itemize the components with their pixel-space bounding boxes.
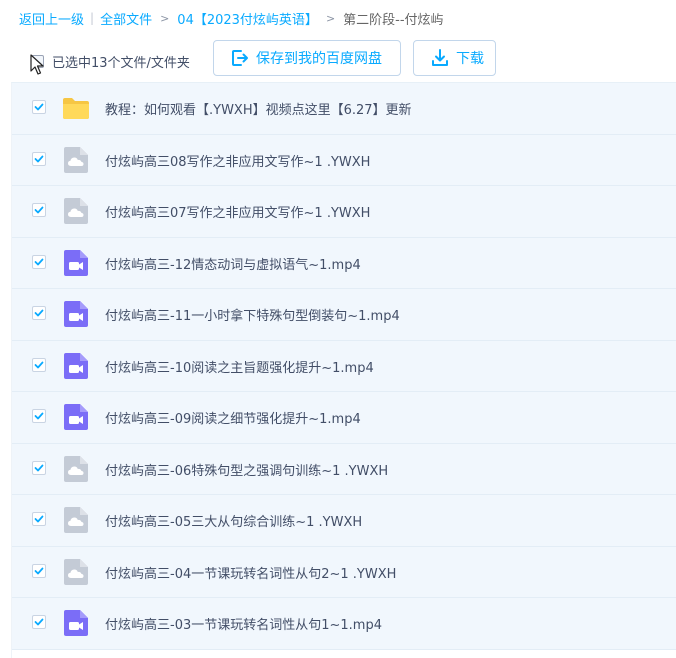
- save-button-label: 保存到我的百度网盘: [256, 51, 382, 67]
- check-icon: [34, 464, 44, 471]
- download-button-label: 下载: [456, 51, 484, 67]
- check-icon: [34, 258, 44, 265]
- file-name[interactable]: 付炫屿高三-06特殊句型之强调句训练~1 .YWXH: [105, 460, 388, 479]
- file-row[interactable]: 付炫屿高三-10阅读之主旨题强化提升~1.mp4: [12, 340, 676, 392]
- folder-icon: [62, 94, 90, 122]
- check-icon: [34, 103, 44, 111]
- file-row[interactable]: 付炫屿高三-05三大从句综合训练~1 .YWXH: [12, 495, 676, 547]
- file-name[interactable]: 付炫屿高三-11一小时拿下特殊句型倒装句~1.mp4: [105, 305, 400, 324]
- check-icon: [34, 155, 44, 162]
- all-files-link[interactable]: 全部文件: [100, 9, 152, 28]
- breadcrumb-divider: |: [90, 11, 95, 25]
- file-checkbox[interactable]: [32, 203, 46, 217]
- file-row[interactable]: 付炫屿高三-12情态动词与虚拟语气~1.mp4: [12, 237, 676, 289]
- file-checkbox[interactable]: [32, 254, 46, 269]
- breadcrumb-chevron-icon: >: [160, 11, 170, 25]
- file-checkbox[interactable]: [32, 512, 46, 526]
- file-name[interactable]: 付炫屿高三08写作之非应用文写作~1 .YWXH: [105, 151, 370, 170]
- file-name[interactable]: 付炫屿高三-10阅读之主旨题强化提升~1.mp4: [105, 357, 374, 376]
- save-to-netdisk-button[interactable]: 保存到我的百度网盘: [213, 40, 401, 76]
- file-checkbox[interactable]: [32, 151, 46, 166]
- toolbar: 已选中13个文件/文件夹 保存到我的百度网盘 下载: [0, 40, 676, 78]
- save-icon: [232, 50, 248, 66]
- cloud-file-icon: [62, 146, 90, 174]
- file-name[interactable]: 付炫屿高三07写作之非应用文写作~1 .YWXH: [105, 202, 370, 221]
- download-button[interactable]: 下载: [413, 40, 496, 76]
- selection-count: 已选中13个文件/文件夹: [52, 56, 190, 71]
- file-checkbox[interactable]: [32, 615, 46, 629]
- file-name[interactable]: 付炫屿高三-03一节课玩转名词性从句1~1.mp4: [105, 614, 382, 633]
- video-file-icon: [62, 300, 90, 328]
- check-icon: [34, 567, 44, 574]
- video-file-icon: [62, 352, 90, 380]
- cloud-file-icon: [62, 558, 90, 586]
- file-checkbox[interactable]: [32, 460, 46, 475]
- file-row[interactable]: 付炫屿高三07写作之非应用文写作~1 .YWXH: [12, 186, 676, 238]
- mouse-cursor-icon: [30, 54, 44, 75]
- file-checkbox[interactable]: [32, 100, 46, 114]
- cloud-file-icon: [62, 455, 90, 483]
- check-icon: [34, 361, 44, 368]
- check-icon: [34, 206, 44, 214]
- file-name[interactable]: 教程：如何观看【.YWXH】视频点这里【6.27】更新: [105, 99, 412, 118]
- check-icon: [34, 618, 44, 626]
- check-icon: [34, 309, 44, 317]
- file-row[interactable]: 付炫屿高三-09阅读之细节强化提升~1.mp4: [12, 392, 676, 444]
- current-folder: 第二阶段--付炫屿: [343, 12, 444, 28]
- video-file-icon: [62, 249, 90, 277]
- cloud-file-icon: [62, 506, 90, 534]
- breadcrumb-chevron-icon: >: [325, 11, 336, 25]
- file-row[interactable]: 付炫屿高三08写作之非应用文写作~1 .YWXH: [12, 134, 676, 186]
- check-icon: [34, 412, 44, 420]
- video-file-icon: [62, 403, 90, 431]
- file-name[interactable]: 付炫屿高三-05三大从句综合训练~1 .YWXH: [105, 511, 362, 530]
- file-checkbox[interactable]: [32, 563, 46, 578]
- file-row[interactable]: 付炫屿高三-03一节课玩转名词性从句1~1.mp4: [12, 598, 676, 650]
- file-name[interactable]: 付炫屿高三-12情态动词与虚拟语气~1.mp4: [105, 254, 361, 273]
- file-checkbox[interactable]: [32, 306, 46, 320]
- file-checkbox[interactable]: [32, 409, 46, 423]
- file-name[interactable]: 付炫屿高三-04一节课玩转名词性从句2~1 .YWXH: [105, 563, 396, 582]
- check-icon: [34, 515, 44, 523]
- back-link[interactable]: 返回上一级: [19, 9, 84, 28]
- cloud-file-icon: [62, 197, 90, 225]
- file-name[interactable]: 付炫屿高三-09阅读之细节强化提升~1.mp4: [105, 408, 361, 427]
- file-checkbox[interactable]: [32, 357, 46, 372]
- video-file-icon: [62, 609, 90, 637]
- folder-link[interactable]: 04【2023付炫屿英语】: [177, 9, 318, 28]
- download-icon: [432, 49, 448, 66]
- file-row[interactable]: 付炫屿高三-11一小时拿下特殊句型倒装句~1.mp4: [12, 289, 676, 341]
- file-list: 教程：如何观看【.YWXH】视频点这里【6.27】更新 付炫屿高三08写作之非应用…: [11, 82, 676, 658]
- breadcrumb: 返回上一级 | 全部文件 > 04【2023付炫屿英语】 > 第二阶段--付炫屿: [19, 8, 444, 28]
- file-row[interactable]: 付炫屿高三-04一节课玩转名词性从句2~1 .YWXH: [12, 546, 676, 598]
- file-row[interactable]: 教程：如何观看【.YWXH】视频点这里【6.27】更新: [12, 83, 676, 135]
- file-row[interactable]: 付炫屿高三-06特殊句型之强调句训练~1 .YWXH: [12, 443, 676, 495]
